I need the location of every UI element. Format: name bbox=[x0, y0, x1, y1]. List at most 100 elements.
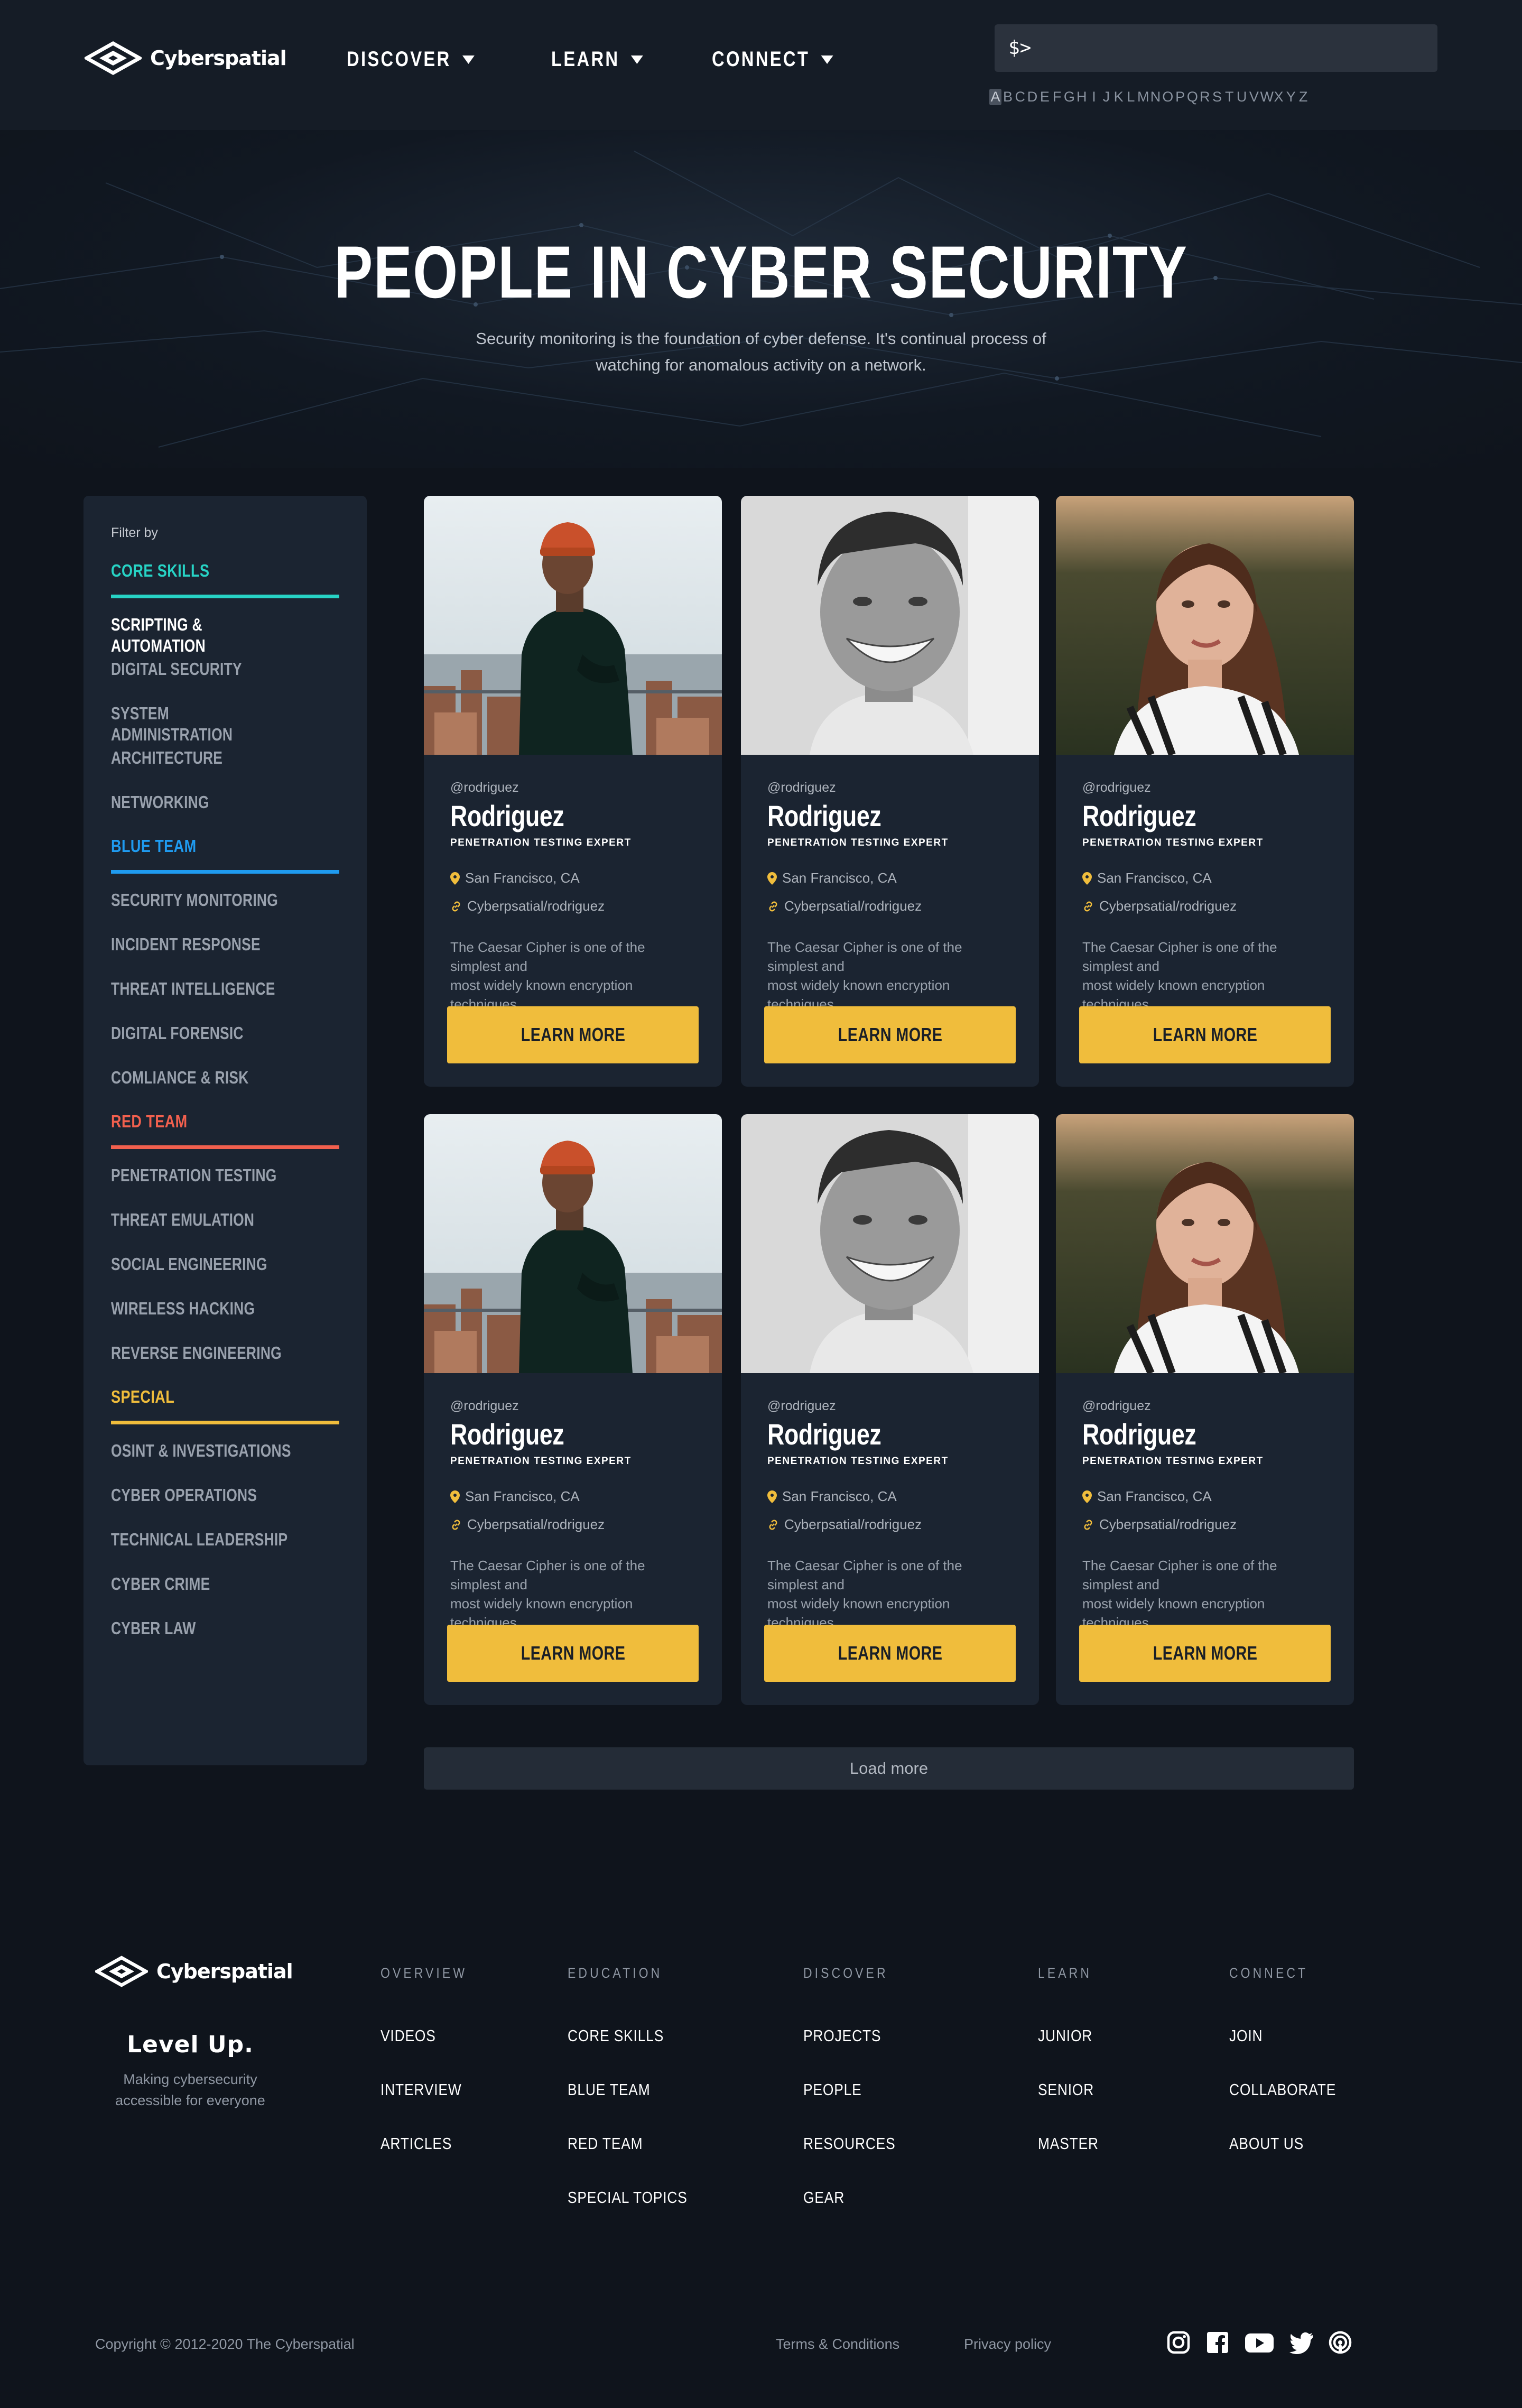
footer-link[interactable]: PEOPLE bbox=[803, 2080, 872, 2099]
filter-item[interactable]: COMLIANCE & RISK bbox=[111, 1067, 339, 1112]
alphabet-letter[interactable]: O bbox=[1162, 89, 1174, 105]
link-icon bbox=[769, 901, 777, 911]
filter-item[interactable]: REVERSE ENGINEERING bbox=[111, 1342, 339, 1387]
alphabet-letter[interactable]: I bbox=[1088, 89, 1100, 105]
filter-item[interactable]: SCRIPTING & AUTOMATION bbox=[111, 614, 339, 659]
footer-link[interactable]: SPECIAL TOPICS bbox=[568, 2188, 709, 2207]
filter-item[interactable]: DIGITAL SECURITY bbox=[111, 659, 339, 703]
alphabet-filter: ABCDEFGHIJKLMNOPQRSTUVWXYZ bbox=[989, 89, 1310, 105]
alphabet-letter[interactable]: M bbox=[1137, 89, 1149, 105]
footer-link[interactable]: SENIOR bbox=[1038, 2080, 1104, 2099]
alphabet-letter[interactable]: R bbox=[1199, 89, 1211, 105]
filter-item[interactable]: DIGITAL FORENSIC bbox=[111, 1023, 339, 1067]
filter-item[interactable]: PENETRATION TESTING bbox=[111, 1165, 339, 1209]
alphabet-letter[interactable]: S bbox=[1211, 89, 1223, 105]
alphabet-letter[interactable]: D bbox=[1026, 89, 1038, 105]
footer-link[interactable]: COLLABORATE bbox=[1229, 2080, 1355, 2099]
filter-item[interactable]: ARCHITECTURE bbox=[111, 747, 339, 792]
filter-item[interactable]: WIRELESS HACKING bbox=[111, 1298, 339, 1342]
footer-link[interactable]: CORE SKILLS bbox=[568, 2026, 681, 2045]
alphabet-letter[interactable]: Z bbox=[1297, 89, 1309, 105]
person-link[interactable]: Cyberpsatial/rodriguez bbox=[1082, 1516, 1328, 1533]
filter-item[interactable]: SECURITY MONITORING bbox=[111, 890, 339, 934]
alphabet-letter[interactable]: H bbox=[1075, 89, 1088, 105]
filter-item[interactable]: OSINT & INVESTIGATIONS bbox=[111, 1440, 339, 1485]
filter-item[interactable]: THREAT EMULATION bbox=[111, 1209, 339, 1254]
podcast-icon[interactable] bbox=[1328, 2330, 1353, 2355]
filter-group-title[interactable]: CORE SKILLS bbox=[111, 561, 339, 598]
twitter-icon[interactable] bbox=[1288, 2330, 1314, 2355]
footer-link[interactable]: INTERVIEW bbox=[380, 2080, 476, 2099]
learn-more-button[interactable]: LEARN MORE bbox=[1079, 1625, 1331, 1682]
person-location: San Francisco, CA bbox=[767, 1488, 1013, 1505]
footer-link[interactable]: RED TEAM bbox=[568, 2134, 656, 2153]
person-link[interactable]: Cyberpsatial/rodriguez bbox=[767, 1516, 1013, 1533]
filter-group-title[interactable]: BLUE TEAM bbox=[111, 836, 339, 874]
alphabet-letter[interactable]: G bbox=[1063, 89, 1075, 105]
alphabet-letter[interactable]: F bbox=[1051, 89, 1063, 105]
youtube-icon[interactable] bbox=[1244, 2330, 1275, 2355]
footer-link[interactable]: VIDEOS bbox=[380, 2026, 446, 2045]
alphabet-letter[interactable]: N bbox=[1149, 89, 1162, 105]
location-pin-icon bbox=[1082, 1490, 1092, 1503]
person-link[interactable]: Cyberpsatial/rodriguez bbox=[1082, 898, 1328, 914]
alphabet-letter[interactable]: K bbox=[1112, 89, 1125, 105]
filter-group-title[interactable]: SPECIAL bbox=[111, 1387, 339, 1424]
footer-link[interactable]: ARTICLES bbox=[380, 2134, 465, 2153]
facebook-icon[interactable] bbox=[1205, 2330, 1230, 2355]
footer-logo[interactable]: Cyberspatial bbox=[95, 1956, 293, 1987]
person-name: Rodriguez bbox=[767, 1418, 881, 1451]
terms-link[interactable]: Terms & Conditions bbox=[776, 2336, 899, 2353]
menu-learn[interactable]: LEARN bbox=[551, 48, 643, 71]
menu-connect-label: CONNECT bbox=[711, 48, 810, 71]
footer-link[interactable]: JOIN bbox=[1229, 2026, 1269, 2045]
filter-item[interactable]: NETWORKING bbox=[111, 792, 339, 836]
filter-group-title[interactable]: RED TEAM bbox=[111, 1112, 339, 1149]
person-link[interactable]: Cyberpsatial/rodriguez bbox=[767, 898, 1013, 914]
filter-item[interactable]: THREAT INTELLIGENCE bbox=[111, 978, 339, 1023]
menu-discover[interactable]: DISCOVER bbox=[347, 48, 475, 71]
learn-more-button[interactable]: LEARN MORE bbox=[447, 1625, 699, 1682]
alphabet-letter[interactable]: L bbox=[1125, 89, 1137, 105]
learn-more-button[interactable]: LEARN MORE bbox=[1079, 1006, 1331, 1063]
alphabet-letter[interactable]: B bbox=[1001, 89, 1014, 105]
learn-more-button[interactable]: LEARN MORE bbox=[447, 1006, 699, 1063]
alphabet-letter[interactable]: V bbox=[1248, 89, 1260, 105]
menu-connect[interactable]: CONNECT bbox=[712, 48, 833, 71]
alphabet-letter[interactable]: W bbox=[1260, 89, 1274, 105]
person-link[interactable]: Cyberpsatial/rodriguez bbox=[450, 1516, 695, 1533]
footer-link[interactable]: ABOUT US bbox=[1229, 2134, 1317, 2153]
filter-item[interactable]: SYSTEM ADMINISTRATION bbox=[111, 703, 339, 747]
alphabet-letter[interactable]: U bbox=[1236, 89, 1248, 105]
learn-more-button[interactable]: LEARN MORE bbox=[764, 1006, 1016, 1063]
filter-item[interactable]: CYBER OPERATIONS bbox=[111, 1485, 339, 1529]
learn-more-button[interactable]: LEARN MORE bbox=[764, 1625, 1016, 1682]
filter-item[interactable]: SOCIAL ENGINEERING bbox=[111, 1254, 339, 1298]
filter-item[interactable]: CYBER LAW bbox=[111, 1618, 339, 1662]
alphabet-letter[interactable]: P bbox=[1174, 89, 1186, 105]
filter-item[interactable]: INCIDENT RESPONSE bbox=[111, 934, 339, 978]
alphabet-letter[interactable]: X bbox=[1273, 89, 1285, 105]
footer-link[interactable]: RESOURCES bbox=[803, 2134, 912, 2153]
alphabet-letter[interactable]: C bbox=[1014, 89, 1026, 105]
filter-item[interactable]: TECHNICAL LEADERSHIP bbox=[111, 1529, 339, 1573]
alphabet-letter[interactable]: E bbox=[1038, 89, 1051, 105]
brand-logo[interactable]: Cyberspatial bbox=[85, 41, 287, 75]
alphabet-letter[interactable]: Y bbox=[1285, 89, 1297, 105]
alphabet-letter[interactable]: T bbox=[1223, 89, 1236, 105]
load-more-button[interactable]: Load more bbox=[424, 1747, 1354, 1790]
footer-link[interactable]: JUNIOR bbox=[1038, 2026, 1102, 2045]
alphabet-letter[interactable]: J bbox=[1100, 89, 1112, 105]
filter-item[interactable]: CYBER CRIME bbox=[111, 1573, 339, 1618]
instagram-icon[interactable] bbox=[1166, 2330, 1191, 2355]
alphabet-letter[interactable]: Q bbox=[1186, 89, 1199, 105]
search-bar[interactable]: $> bbox=[995, 24, 1437, 72]
privacy-link[interactable]: Privacy policy bbox=[964, 2336, 1051, 2353]
footer-link[interactable]: MASTER bbox=[1038, 2134, 1109, 2153]
alphabet-letter[interactable]: A bbox=[989, 89, 1002, 105]
footer-link[interactable]: PROJECTS bbox=[803, 2026, 895, 2045]
person-link[interactable]: Cyberpsatial/rodriguez bbox=[450, 898, 695, 914]
footer-link[interactable]: BLUE TEAM bbox=[568, 2080, 665, 2099]
footer-column-title-label: LEARN bbox=[1038, 1965, 1092, 1981]
footer-link[interactable]: GEAR bbox=[803, 2188, 852, 2207]
